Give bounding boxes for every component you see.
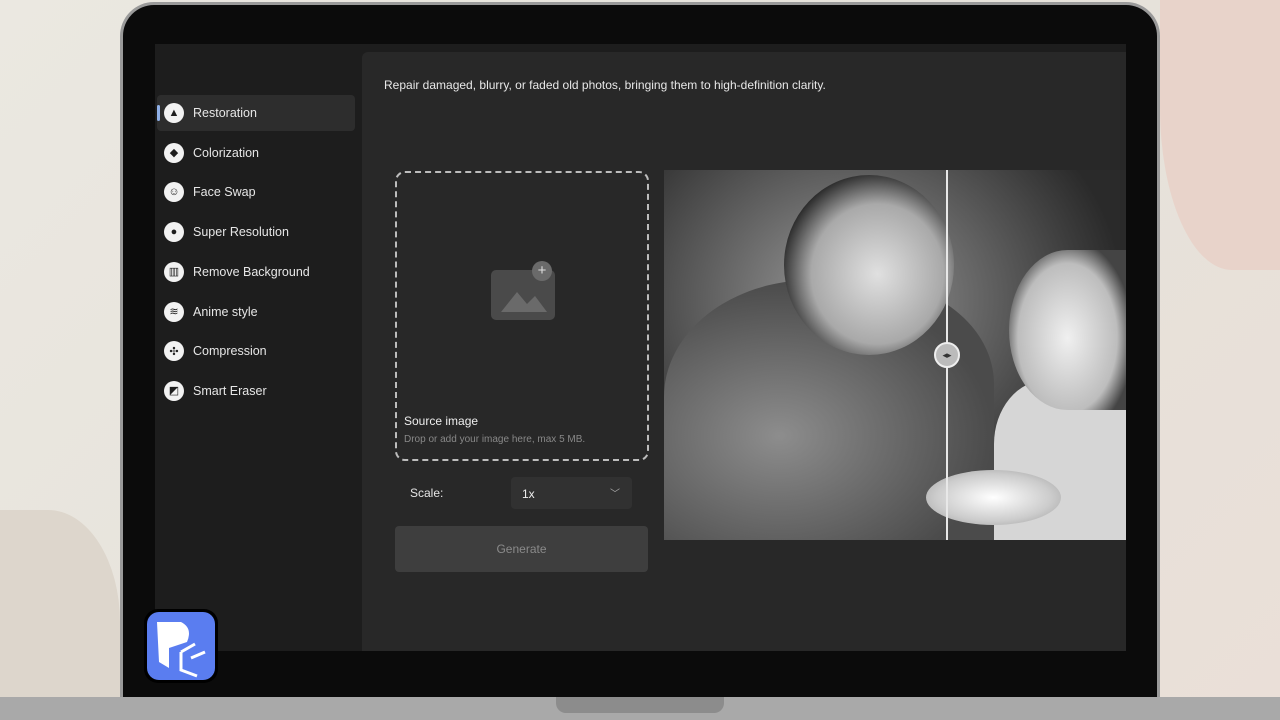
sidebar: ▲ Restoration ◆ Colorization ☺ Face Swap ● Supe… <box>155 44 361 651</box>
sidebar-item-compression[interactable]: ✣ Compression <box>157 333 355 369</box>
source-image-hint: Drop or add your image here, max 5 MB. <box>404 434 586 445</box>
sidebar-item-super-resolution[interactable]: ● Super Resolution <box>157 214 355 250</box>
super-resolution-icon: ● <box>164 222 184 243</box>
sidebar-item-anime-style[interactable]: ≋ Anime style <box>157 294 355 330</box>
photo-shape <box>784 175 954 355</box>
scale-label: Scale: <box>410 486 444 500</box>
face-swap-icon: ☺ <box>164 182 184 203</box>
chevron-down-icon: ﹀ <box>610 489 620 500</box>
sidebar-item-label: Anime style <box>193 304 258 319</box>
app-window: ▲ Restoration ◆ Colorization ☺ Face Swap ● Supe… <box>155 44 1126 651</box>
sidebar-item-face-swap[interactable]: ☺ Face Swap <box>157 174 355 210</box>
compare-slider-handle[interactable]: ◂▸ <box>934 342 960 368</box>
brand-logo <box>144 609 218 683</box>
scale-value: 1x <box>522 487 535 501</box>
sidebar-item-label: Remove Background <box>193 264 310 279</box>
sidebar-item-colorization[interactable]: ◆ Colorization <box>157 135 355 171</box>
anime-style-icon: ≋ <box>164 301 184 322</box>
remove-background-icon: ▥ <box>164 261 184 282</box>
sidebar-item-label: Compression <box>193 344 267 359</box>
laptop-notch <box>556 697 724 713</box>
colorization-icon: ◆ <box>164 142 184 163</box>
smart-eraser-icon: ◩ <box>164 380 184 401</box>
sidebar-item-label: Smart Eraser <box>193 383 267 398</box>
sidebar-item-smart-eraser[interactable]: ◩ Smart Eraser <box>157 373 355 409</box>
photo-shape <box>1009 250 1126 410</box>
sidebar-item-remove-background[interactable]: ▥ Remove Background <box>157 254 355 290</box>
sidebar-item-label: Super Resolution <box>193 225 289 240</box>
sidebar-item-label: Face Swap <box>193 185 256 200</box>
restoration-icon: ▲ <box>164 103 184 123</box>
sidebar-item-restoration[interactable]: ▲ Restoration <box>157 95 355 131</box>
before-after-preview: ◂▸ <box>664 170 1126 540</box>
source-image-dropzone[interactable]: + Source image Drop or add your image he… <box>395 171 649 461</box>
scale-select[interactable]: 1x ﹀ <box>511 477 632 509</box>
sidebar-item-label: Restoration <box>193 106 257 120</box>
generate-button[interactable]: Generate <box>395 526 648 572</box>
add-image-icon[interactable]: + <box>532 261 552 281</box>
compression-icon: ✣ <box>164 341 184 362</box>
source-image-title: Source image <box>404 414 479 428</box>
feature-description: Repair damaged, blurry, or faded old pho… <box>384 78 826 92</box>
sidebar-item-label: Colorization <box>193 145 260 160</box>
background-decoration <box>1160 0 1280 270</box>
background-decoration <box>0 510 120 697</box>
main-panel: Repair damaged, blurry, or faded old pho… <box>362 52 1126 651</box>
